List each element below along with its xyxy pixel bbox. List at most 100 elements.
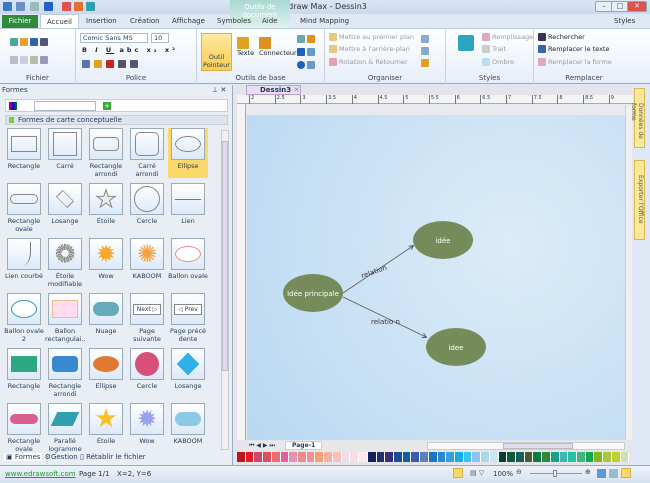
color-swatch[interactable] [428, 452, 438, 462]
color-swatch[interactable] [402, 452, 412, 462]
pointer-tool-button[interactable]: Outil Pointeur [201, 33, 232, 71]
side-tab-export-office[interactable]: Exporter l'Office [634, 160, 645, 240]
replace-shape-button[interactable]: Remplacer la forme [538, 58, 612, 66]
format-buttons[interactable]: B I U abc x₂ x² [82, 46, 178, 54]
shape-item[interactable]: Ellipse [168, 128, 208, 178]
shape-item[interactable]: Rectangle ovale [4, 403, 44, 453]
color-swatch[interactable] [306, 452, 316, 462]
bring-front-button[interactable]: Mettre au premier plan [329, 33, 414, 41]
shape-item[interactable]: Cercle [127, 183, 167, 233]
color-swatch[interactable] [454, 452, 464, 462]
color-swatch[interactable] [594, 452, 604, 462]
font-name-select[interactable]: Comic Sans MS [80, 33, 148, 43]
file-buttons[interactable] [10, 38, 50, 46]
tab-retablir[interactable]: ▯ Rétablir le fichier [80, 453, 146, 461]
color-swatch[interactable] [254, 452, 264, 462]
shape-item[interactable]: Lien courbé [4, 238, 44, 288]
color-swatch[interactable] [393, 452, 403, 462]
fullscreen-icon[interactable] [621, 468, 631, 478]
color-swatch[interactable] [498, 452, 508, 462]
color-swatch[interactable] [611, 452, 621, 462]
color-swatch[interactable] [603, 452, 612, 462]
drawing-tools[interactable] [297, 33, 317, 72]
tab-gestion[interactable]: ⚙Gestion [45, 453, 78, 461]
color-swatch[interactable] [245, 452, 255, 462]
zoom-slider[interactable] [530, 470, 582, 477]
zoom-out-button[interactable]: ⊖ [516, 468, 522, 476]
color-swatch[interactable] [350, 452, 360, 462]
category-header[interactable]: Formes de carte conceptuelle [5, 115, 228, 125]
color-swatch[interactable] [341, 452, 351, 462]
color-swatch[interactable] [367, 452, 377, 462]
shape-item[interactable]: Next ▷ Page suivante [127, 293, 167, 343]
page-nav-buttons[interactable]: ⏮ ◀ ▶ ⏭ [249, 442, 275, 450]
color-swatch[interactable] [437, 452, 447, 462]
drawing-page[interactable]: relation relatio n Idée principale idée … [247, 115, 625, 440]
fit-page-icon[interactable] [597, 469, 606, 478]
shape-item[interactable]: Cercle [127, 348, 167, 398]
shape-item[interactable]: ★ Étoile [86, 183, 126, 233]
quick-style-icon[interactable] [458, 35, 474, 51]
color-swatch[interactable] [489, 452, 499, 462]
shape-item[interactable]: Losange [45, 183, 85, 233]
tab-aide[interactable]: Aide [256, 14, 283, 28]
shape-item[interactable]: ✺ KABOOM [127, 238, 167, 288]
tab-affichage[interactable]: Affichage [166, 14, 211, 28]
color-swatch[interactable] [472, 452, 482, 462]
clipboard-buttons[interactable] [10, 56, 50, 64]
color-swatch[interactable] [315, 452, 325, 462]
shape-item[interactable]: Carré [45, 128, 85, 178]
shape-item[interactable]: KABOOM [168, 403, 208, 453]
shape-item[interactable]: ✺ Étoile modifiable [45, 238, 85, 288]
tab-formes[interactable]: ▣ Formes [4, 453, 43, 461]
panel-pin-close[interactable]: ⊥ ✕ [212, 86, 226, 94]
color-swatch[interactable] [289, 452, 299, 462]
color-swatch[interactable] [376, 452, 386, 462]
color-swatch[interactable] [298, 452, 307, 462]
tab-symboles[interactable]: Symboles [211, 14, 257, 28]
vertical-scrollbar[interactable] [625, 105, 632, 440]
color-swatch[interactable] [271, 452, 281, 462]
color-swatch[interactable] [332, 452, 342, 462]
shape-item[interactable]: Rectangle [4, 348, 44, 398]
color-swatch[interactable] [385, 452, 394, 462]
shape-item[interactable]: ◁ Prev Page précé dente [168, 293, 208, 343]
color-swatch[interactable] [550, 452, 560, 462]
connector-tool-button[interactable]: Connecteur [259, 37, 297, 57]
website-link[interactable]: www.edrawsoft.com [5, 470, 76, 478]
side-tab-shape-data[interactable]: Données de forme [630, 88, 645, 148]
library-search[interactable] [34, 101, 96, 111]
shape-item[interactable]: Rectangle arrondi [45, 348, 85, 398]
line-button[interactable]: Trait [482, 45, 506, 53]
color-swatch[interactable] [568, 452, 578, 462]
shape-item[interactable]: Ellipse [86, 348, 126, 398]
color-swatch[interactable] [559, 452, 569, 462]
fill-button[interactable]: Remplissage [482, 33, 533, 41]
shape-item[interactable]: Losange [168, 348, 208, 398]
shape-item[interactable]: Ballon rectangulai... [45, 293, 85, 343]
find-button[interactable]: Rechercher [538, 33, 585, 41]
shape-item[interactable]: Parallé logramme [45, 403, 85, 453]
tab-accueil[interactable]: Accueil [40, 14, 79, 28]
tab-mind-mapping[interactable]: Mind Mapping [294, 14, 355, 28]
shape-item[interactable]: Rectangle arrondi [86, 128, 126, 178]
color-swatch[interactable] [324, 452, 333, 462]
color-swatch[interactable] [481, 452, 490, 462]
styles-menu[interactable]: Styles [608, 14, 641, 28]
paragraph-buttons[interactable] [82, 60, 140, 68]
page-tab[interactable]: Page-1 [285, 441, 323, 450]
color-swatch[interactable] [463, 452, 473, 462]
replace-text-button[interactable]: Remplacer le texte [538, 45, 609, 53]
arrange-icons[interactable] [421, 33, 431, 69]
close-button[interactable]: ✕ [627, 1, 647, 12]
horizontal-scrollbar[interactable] [427, 442, 625, 450]
close-tab-icon[interactable]: ✕ [294, 86, 300, 94]
text-tool-button[interactable]: Texte [237, 37, 254, 57]
zoom-fit-icon[interactable] [609, 469, 618, 478]
color-swatch[interactable] [542, 452, 551, 462]
shape-item[interactable]: ★ Étoile [86, 403, 126, 453]
shape-item[interactable]: Carré arrondi [127, 128, 167, 178]
rotate-flip-button[interactable]: Rotation & Retourner [329, 58, 408, 66]
color-swatch[interactable] [507, 452, 516, 462]
library-icon[interactable] [9, 102, 17, 110]
